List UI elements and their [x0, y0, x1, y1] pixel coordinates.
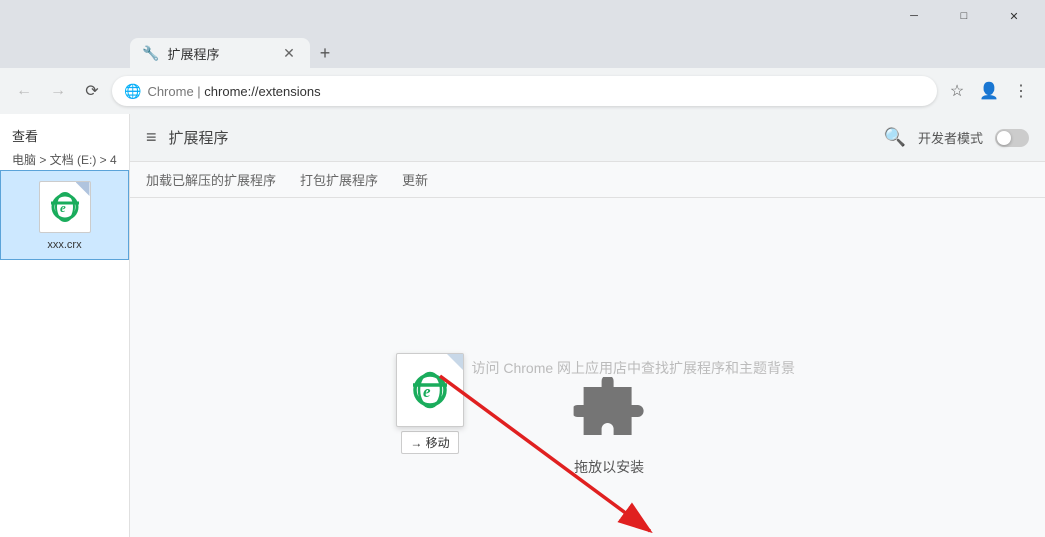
refresh-button[interactable]: ⟳	[78, 77, 106, 105]
extensions-header: ≡ 扩展程序 🔍 开发者模式	[130, 114, 1045, 162]
drop-target[interactable]: 拖放以安装	[573, 377, 645, 477]
tab-close-button[interactable]: ✕	[280, 44, 298, 62]
store-watermark: 访问 Chrome 网上应用店中查找扩展程序和主题背景	[471, 358, 795, 378]
back-button[interactable]: ←	[10, 77, 38, 105]
ie-logo-small: e	[47, 189, 83, 225]
bookmark-button[interactable]: ☆	[943, 77, 971, 105]
file-icon-wrapper: e	[37, 179, 93, 235]
svg-text:e: e	[423, 382, 431, 401]
puzzle-icon	[573, 377, 645, 449]
ext-content-area: 访问 Chrome 网上应用店中查找扩展程序和主题背景 e → 移动	[130, 198, 1045, 537]
dragging-file-icon: e	[396, 353, 464, 427]
move-badge: → 移动	[401, 431, 458, 454]
secure-icon: 🌐	[124, 83, 141, 100]
url-display: Chrome | chrome://extensions	[147, 84, 925, 99]
pack-extension-button[interactable]: 打包扩展程序	[300, 170, 378, 189]
main-area: 查看 电脑 > 文档 (E:) > 4 e xxx.crx ≡	[0, 114, 1045, 537]
tab-title: 扩展程序	[167, 44, 219, 63]
ext-menu-icon[interactable]: ≡	[146, 127, 157, 148]
file-sidebar: 查看 电脑 > 文档 (E:) > 4 e xxx.crx	[0, 114, 130, 537]
toolbar-right: ☆ 👤 ⋮	[943, 77, 1035, 105]
minimize-button[interactable]: ─	[891, 0, 937, 32]
maximize-button[interactable]: □	[941, 0, 987, 32]
update-button[interactable]: 更新	[402, 170, 428, 189]
address-bar: ← → ⟳ 🌐 Chrome | chrome://extensions ☆ 👤…	[0, 68, 1045, 114]
account-button[interactable]: 👤	[975, 77, 1003, 105]
ext-search-icon[interactable]: 🔍	[884, 127, 906, 148]
forward-button[interactable]: →	[44, 77, 72, 105]
view-label[interactable]: 查看	[0, 122, 129, 149]
dragging-file: e → 移动	[390, 353, 470, 454]
tab-icon: 🔧	[142, 45, 159, 62]
file-label: xxx.crx	[47, 239, 81, 251]
toggle-knob	[997, 131, 1011, 145]
ie-logo-drag: e	[408, 368, 452, 412]
crx-icon: e	[39, 181, 91, 233]
dev-mode-label: 开发者模式	[918, 128, 983, 147]
extensions-page: ≡ 扩展程序 🔍 开发者模式 加载已解压的扩展程序 打包扩展程序 更新 访问 C…	[130, 114, 1045, 537]
ext-subheader: 加载已解压的扩展程序 打包扩展程序 更新	[130, 162, 1045, 198]
tab-bar: 🔧 扩展程序 ✕ +	[0, 32, 1045, 68]
menu-button[interactable]: ⋮	[1007, 77, 1035, 105]
load-extension-button[interactable]: 加载已解压的扩展程序	[146, 170, 276, 189]
svg-text:e: e	[60, 200, 66, 215]
dev-mode-toggle[interactable]	[995, 129, 1029, 147]
drop-label: 拖放以安装	[574, 457, 644, 477]
close-button[interactable]: ✕	[991, 0, 1037, 32]
title-bar: ─ □ ✕	[0, 0, 1045, 32]
breadcrumb: 电脑 > 文档 (E:) > 4	[0, 149, 129, 170]
window-controls: ─ □ ✕	[891, 0, 1037, 32]
new-tab-button[interactable]: +	[310, 38, 340, 68]
crx-file-item[interactable]: e xxx.crx	[0, 170, 129, 260]
ext-page-title: 扩展程序	[169, 127, 229, 148]
omnibox[interactable]: 🌐 Chrome | chrome://extensions	[112, 76, 937, 106]
extensions-tab[interactable]: 🔧 扩展程序 ✕	[130, 38, 310, 68]
drag-arrow	[430, 366, 690, 537]
